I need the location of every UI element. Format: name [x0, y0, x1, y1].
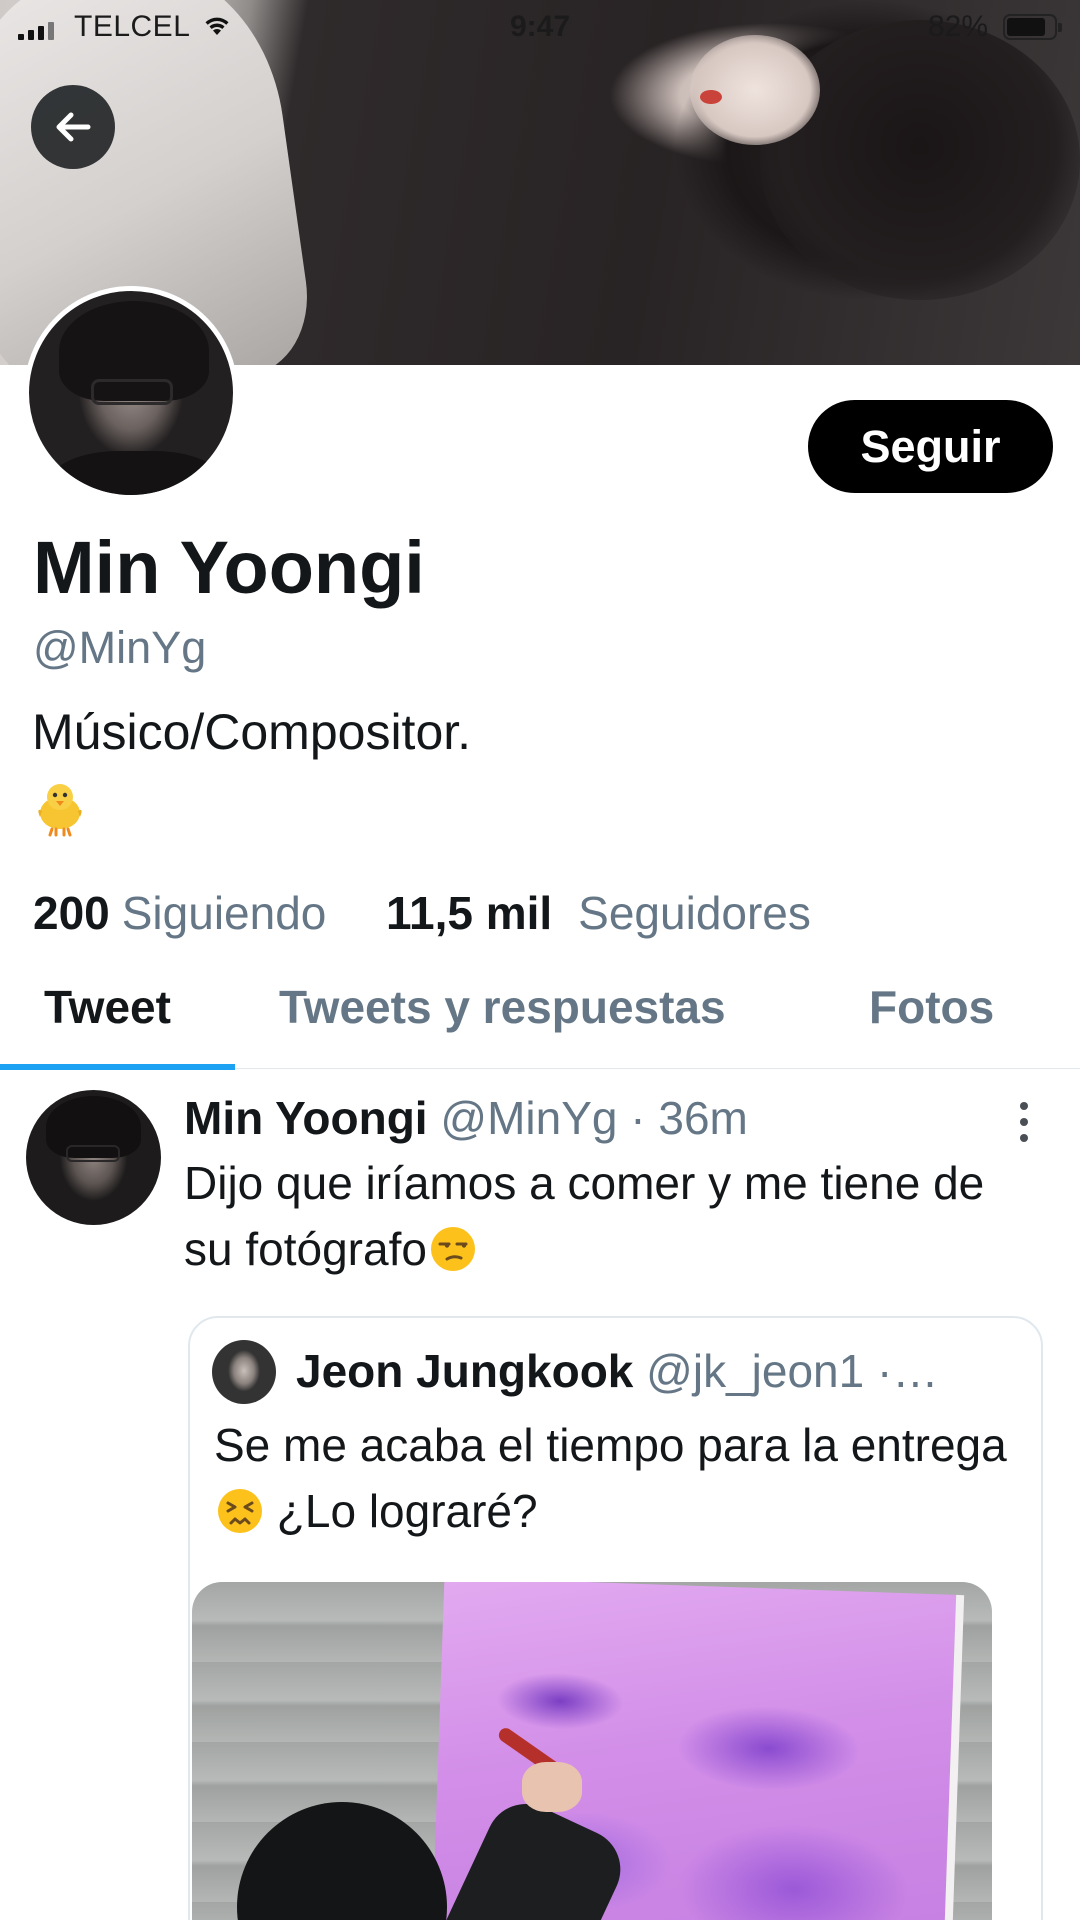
quoted-separator: ·…: [877, 1345, 939, 1397]
following-count: 200: [33, 887, 110, 939]
active-tab-indicator: [0, 1064, 235, 1070]
tweet-time: 36m: [658, 1092, 748, 1144]
status-bar: TELCEL 9:47 82%: [0, 0, 1080, 56]
quoted-tweet-text: Se me acaba el tiempo para la entrega ¿L…: [214, 1412, 1014, 1544]
profile-tabs: Tweet Tweets y respuestas Fotos: [0, 965, 1080, 1070]
arrow-left-icon: [56, 112, 91, 142]
banner-lips: [700, 90, 722, 104]
tab-tweets-and-replies[interactable]: Tweets y respuestas: [279, 980, 726, 1034]
tweet-text-content: Dijo que iríamos a comer y me tiene de s…: [184, 1157, 985, 1275]
profile-avatar[interactable]: [24, 286, 238, 500]
following-link[interactable]: 200 Siguiendo: [33, 887, 339, 939]
battery-fill: [1007, 18, 1045, 36]
quoted-tweet-header: Jeon Jungkook @jk_jeon1 ·…: [296, 1344, 1026, 1398]
persevering-face-icon: [218, 1489, 262, 1533]
profile-stats: 200 Siguiendo 11,5 mil Seguidores: [33, 886, 811, 940]
clock: 9:47: [509, 10, 571, 43]
more-options-icon[interactable]: [1018, 1102, 1030, 1142]
tweet-text: Dijo que iríamos a comer y me tiene de s…: [184, 1150, 1034, 1282]
followers-link[interactable]: 11,5 mil Seguidores: [373, 887, 811, 939]
following-label: Siguiendo: [121, 887, 327, 939]
tab-tweet[interactable]: Tweet: [44, 980, 171, 1034]
tweet-author-handle: @MinYg: [440, 1092, 618, 1144]
quoted-text-part2: ¿Lo lograré?: [264, 1485, 538, 1537]
tweet-header: Min Yoongi @MinYg · 36m: [184, 1091, 748, 1145]
painter-hand: [522, 1762, 582, 1812]
tweet-author-name[interactable]: Min Yoongi: [184, 1092, 428, 1144]
quoted-tweet-image[interactable]: [192, 1582, 992, 1920]
followers-count: 11,5 mil: [385, 887, 553, 939]
quoted-text-part1: Se me acaba el tiempo para la entrega: [214, 1419, 1007, 1471]
tweet-separator: ·: [630, 1092, 646, 1144]
profile-display-name: Min Yoongi: [33, 526, 425, 609]
quoted-author-avatar: [212, 1340, 276, 1404]
followers-label: Seguidores: [578, 887, 811, 939]
painter-head: [237, 1802, 447, 1920]
quoted-author-name: Jeon Jungkook: [296, 1345, 634, 1397]
profile-handle: @MinYg: [33, 622, 207, 673]
quoted-author-handle: @jk_jeon1: [646, 1345, 865, 1397]
battery-percent: 82%: [928, 10, 989, 43]
follow-button[interactable]: Seguir: [808, 400, 1053, 493]
back-button[interactable]: [31, 85, 115, 169]
quoted-tweet[interactable]: Jeon Jungkook @jk_jeon1 ·… Se me acaba e…: [188, 1316, 1043, 1920]
tab-photos[interactable]: Fotos: [869, 980, 994, 1034]
battery-icon: [1003, 14, 1062, 40]
baby-chick-icon: [38, 784, 82, 837]
tweet-author-avatar[interactable]: [26, 1090, 161, 1225]
unamused-face-icon: [430, 1227, 475, 1271]
profile-bio: Músico/Compositor.: [32, 704, 472, 760]
